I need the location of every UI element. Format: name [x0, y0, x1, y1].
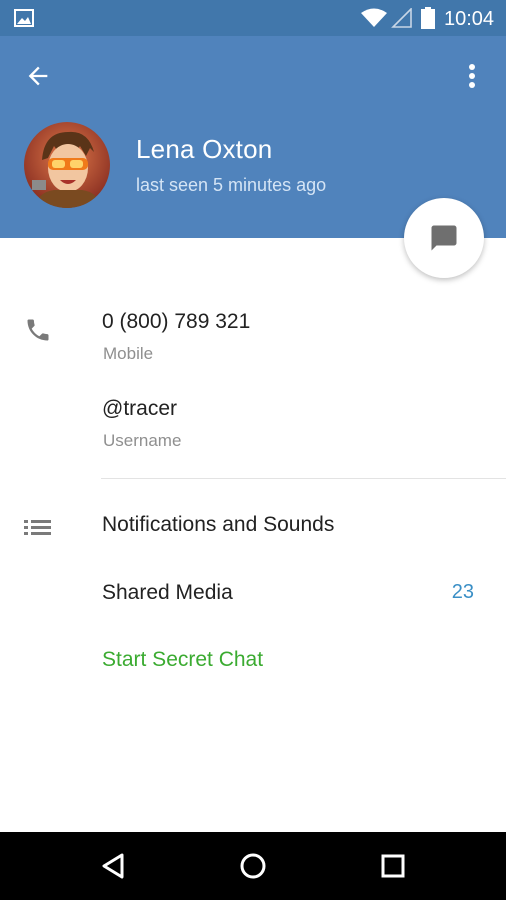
- notifications-and-sounds-item[interactable]: Notifications and Sounds: [102, 513, 334, 537]
- avatar[interactable]: [24, 122, 110, 208]
- username-label: Username: [103, 431, 182, 450]
- phone-label: Mobile: [103, 344, 154, 363]
- home-circle-icon: [240, 853, 266, 879]
- shared-media-item[interactable]: Shared Media: [102, 581, 233, 605]
- gallery-icon: [14, 9, 34, 27]
- back-button[interactable]: [20, 58, 56, 94]
- phone-icon: [27, 319, 49, 341]
- nav-back-button[interactable]: [93, 846, 133, 886]
- more-options-button[interactable]: [456, 58, 488, 94]
- message-icon: [431, 225, 457, 251]
- nav-home-button[interactable]: [233, 846, 273, 886]
- nav-recents-button[interactable]: [373, 846, 413, 886]
- shared-media-count: 23: [451, 581, 474, 603]
- start-secret-chat-item[interactable]: Start Secret Chat: [102, 648, 263, 672]
- status-bar: 10:04: [0, 0, 506, 36]
- phone-number[interactable]: 0 (800) 789 321: [102, 310, 250, 334]
- status-time: 10:04: [444, 8, 495, 30]
- signal-icon: [391, 8, 412, 28]
- username[interactable]: @tracer: [102, 397, 177, 421]
- navigation-bar: [0, 832, 506, 900]
- list-icon: [24, 520, 51, 535]
- divider: [101, 478, 506, 479]
- wifi-icon: [361, 8, 387, 27]
- send-message-button[interactable]: [404, 198, 484, 278]
- battery-icon: [421, 7, 435, 29]
- arrow-back-icon: [28, 66, 48, 86]
- more-vert-icon: [469, 64, 475, 88]
- avatar-image: [24, 122, 110, 208]
- recents-square-icon: [381, 854, 405, 878]
- back-triangle-icon: [102, 853, 124, 879]
- contact-name: Lena Oxton: [136, 134, 273, 164]
- last-seen-status: last seen 5 minutes ago: [136, 175, 327, 195]
